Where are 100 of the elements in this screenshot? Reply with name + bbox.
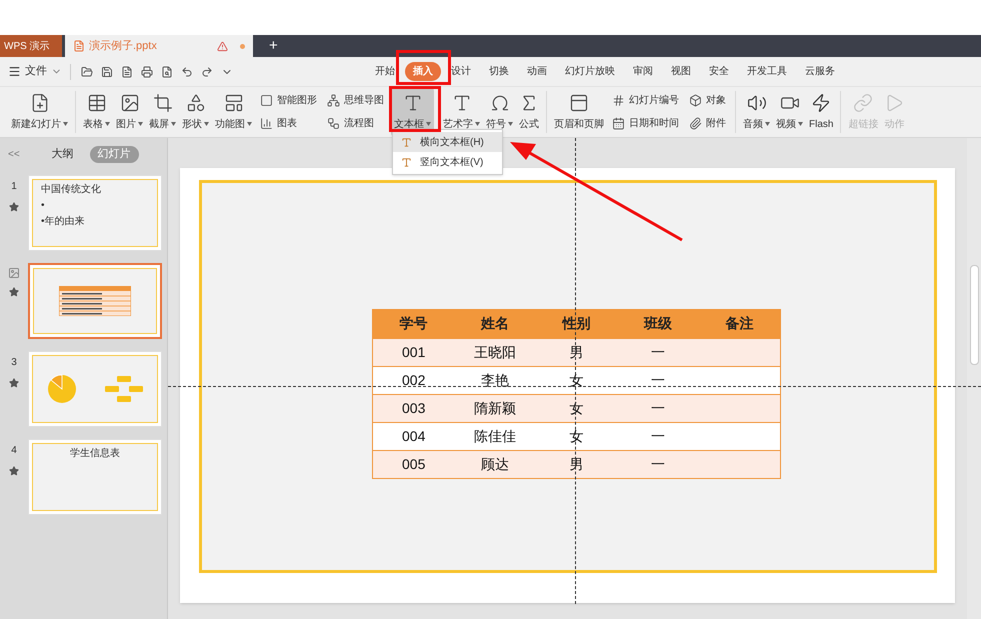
- slide-number: 3: [11, 356, 17, 370]
- save-icon: [101, 66, 113, 78]
- ribbon-button[interactable]: 新建幻灯片: [8, 87, 71, 137]
- slide-thumbnail[interactable]: [28, 262, 162, 338]
- table-cell-text: 隋新颖: [473, 398, 518, 418]
- table-cell-text: 王晓阳: [473, 342, 518, 362]
- slide-thumbnail[interactable]: 学生信息表: [28, 438, 162, 514]
- menu-tab[interactable]: 云服务: [797, 62, 843, 81]
- menu-tab[interactable]: 设计: [443, 62, 479, 81]
- column-header: 备注: [724, 314, 754, 333]
- menu-tab[interactable]: 开始: [367, 62, 403, 81]
- shapes-icon: [186, 92, 206, 112]
- ribbon-button[interactable]: 图表: [260, 116, 317, 131]
- pdf-icon: [121, 66, 133, 78]
- link-icon: [853, 92, 874, 112]
- ribbon-button[interactable]: 图片: [113, 87, 146, 137]
- column-header: 学号: [398, 314, 429, 333]
- number-icon: [612, 94, 625, 107]
- menu-tab[interactable]: 开发工具: [739, 62, 795, 81]
- star-icon: [9, 378, 19, 388]
- open-icon: [81, 66, 93, 78]
- table-cell-text: 男: [568, 454, 585, 474]
- preview-icon: [161, 66, 173, 78]
- table-cell-text: 005: [401, 454, 426, 474]
- page-icon: [569, 92, 589, 112]
- image-icon: [120, 92, 140, 112]
- table-cell-text: 003: [401, 398, 426, 418]
- table-icon: [86, 92, 106, 112]
- table-cell-text: 一: [650, 342, 666, 362]
- text-box-icon: [401, 136, 412, 148]
- menu-tab[interactable]: 视图: [663, 62, 699, 81]
- star-icon: [9, 466, 19, 476]
- highlight-box: [389, 86, 441, 132]
- thumbnail-title: 学生信息表: [70, 448, 120, 460]
- ribbon-button[interactable]: 表格: [80, 87, 113, 137]
- ribbon-button[interactable]: 功能图: [212, 87, 255, 137]
- file-icon: [73, 40, 85, 52]
- table-cell-text: 一: [650, 426, 666, 446]
- file-menu[interactable]: 文件: [8, 63, 62, 80]
- table-cell-text: 一: [650, 454, 666, 474]
- highlight-box: [396, 50, 451, 85]
- ribbon-button[interactable]: 思维导图: [327, 93, 384, 108]
- pie-chart-drawing: [47, 374, 77, 404]
- calendar-icon: [612, 117, 625, 130]
- mind-map-icon: [327, 94, 340, 107]
- redo-icon: [201, 66, 213, 78]
- ribbon-button[interactable]: Flash: [806, 87, 836, 137]
- flash-icon: [811, 92, 832, 112]
- ribbon-button[interactable]: 页眉和页脚: [551, 87, 607, 137]
- column-header: 性别: [560, 314, 592, 333]
- flowchart-icon: [327, 117, 340, 130]
- ribbon-button[interactable]: 日期和时间: [612, 116, 679, 131]
- crop-icon: [152, 92, 172, 112]
- table-cell-text: 陈佳佳: [473, 426, 518, 446]
- chart-icon: [260, 117, 273, 130]
- star-icon: [9, 286, 19, 296]
- mini-table-drawing: [59, 286, 131, 316]
- table-cell-text: 一: [650, 370, 666, 390]
- ribbon-button[interactable]: 幻灯片编号: [612, 93, 679, 108]
- ribbon-button[interactable]: 截屏: [146, 87, 179, 137]
- menu-tab[interactable]: 审阅: [625, 62, 661, 81]
- table-cell-text: 顾达: [480, 454, 510, 474]
- ribbon-button[interactable]: 音频: [740, 87, 773, 137]
- menu-tab[interactable]: 安全: [701, 62, 737, 81]
- app-tab[interactable]: WPS 演示: [0, 35, 62, 57]
- star-icon: [9, 202, 19, 212]
- ribbon-button[interactable]: 公式: [516, 87, 542, 137]
- slide-thumbnail[interactable]: 中国传统文化 • •年的由来: [28, 174, 162, 250]
- ribbon-button[interactable]: 对象: [689, 93, 726, 108]
- scrollbar-thumb[interactable]: [970, 265, 978, 365]
- thumbnail-text: •年的由来: [41, 216, 86, 228]
- menu-item[interactable]: 竖向文本框(V): [393, 152, 502, 172]
- new-tab-button[interactable]: +: [265, 35, 282, 57]
- thumbnail-text: •: [41, 200, 46, 212]
- ribbon-button[interactable]: 视频: [773, 87, 806, 137]
- slide-number: 1: [11, 180, 17, 194]
- undo-icon: [181, 66, 193, 78]
- column-header: 班级: [642, 314, 673, 333]
- image-icon: [8, 266, 20, 278]
- ribbon-button[interactable]: 形状: [179, 87, 212, 137]
- menu-tab[interactable]: 幻灯片放映: [557, 62, 623, 81]
- paperclip-icon: [689, 117, 702, 130]
- table-cell-text: 002: [401, 370, 426, 390]
- object-icon: [689, 94, 702, 107]
- toolbar-button[interactable]: [139, 64, 155, 80]
- speaker-icon: [746, 92, 766, 112]
- view-tab[interactable]: 大纲: [44, 146, 82, 162]
- slide-number: 4: [11, 444, 17, 458]
- ribbon-button[interactable]: 智能图形: [260, 93, 317, 108]
- table-cell-text: 一: [650, 398, 666, 418]
- table-cell-text: 004: [401, 426, 426, 446]
- table-cell-text: 李艳: [480, 370, 510, 390]
- menu-item[interactable]: 横向文本框(H): [393, 132, 502, 152]
- diagram-drawing: [105, 376, 143, 402]
- thumbnail-text: 中国传统文化: [41, 184, 102, 196]
- menu-tab[interactable]: 切换: [481, 62, 517, 81]
- ribbon-button[interactable]: 附件: [689, 116, 726, 131]
- text-box-icon: [401, 156, 412, 168]
- ribbon-button[interactable]: 流程图: [327, 116, 384, 131]
- menu-tab[interactable]: 动画: [519, 62, 555, 81]
